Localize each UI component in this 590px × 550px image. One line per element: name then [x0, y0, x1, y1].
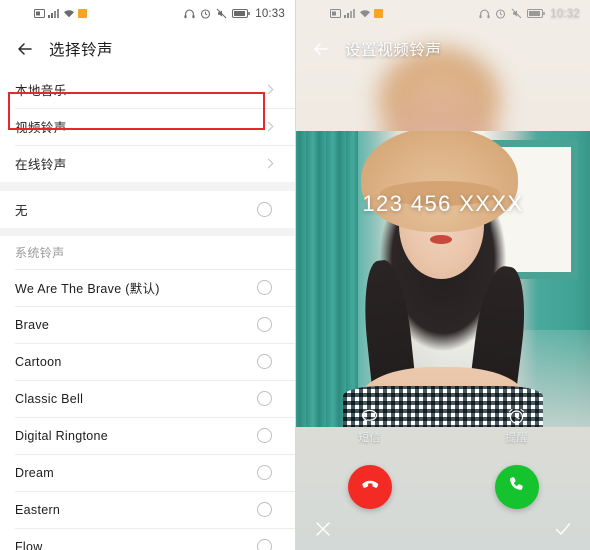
ringtone-picker-screen: 10:33 选择铃声 本地音乐 视频铃声 在线铃声 无 系统铃声 We Are …: [0, 0, 295, 550]
mute-icon: [511, 8, 522, 19]
signal-icon: [48, 9, 60, 18]
radio-button[interactable]: [257, 317, 272, 332]
ringtone-label: Flow: [15, 539, 43, 550]
video-preview-area: [296, 131, 590, 427]
call-buttons-row: [296, 460, 590, 514]
ringtone-label: Brave: [15, 317, 50, 332]
list-item[interactable]: Brave: [0, 306, 295, 343]
section-divider: [0, 228, 295, 236]
list-item[interactable]: Dream: [0, 454, 295, 491]
list-item[interactable]: Eastern: [0, 491, 295, 528]
bottom-action-bar: [296, 508, 590, 550]
quick-action-remind[interactable]: 提醒: [443, 404, 590, 448]
nav-list: 本地音乐 视频铃声 在线铃声: [0, 71, 295, 182]
radio-button[interactable]: [257, 539, 272, 550]
radio-button[interactable]: [257, 280, 272, 295]
status-icons-left: [34, 9, 87, 18]
wifi-icon: [63, 9, 75, 18]
back-arrow-icon[interactable]: [311, 39, 331, 59]
orange-app-icon: [374, 9, 383, 18]
phone-answer-icon: [505, 473, 528, 501]
radio-button[interactable]: [257, 502, 272, 517]
list-item[interactable]: Digital Ringtone: [0, 417, 295, 454]
alarm-clock-icon: [507, 407, 526, 426]
close-x-icon[interactable]: [314, 520, 332, 538]
nav-item-video-ringtone[interactable]: 视频铃声: [0, 108, 295, 145]
nav-item-label: 视频铃声: [15, 121, 67, 135]
ringtone-list: We Are The Brave (默认) Brave Cartoon Clas…: [0, 269, 295, 550]
list-item[interactable]: Cartoon: [0, 343, 295, 380]
back-arrow-icon[interactable]: [15, 39, 35, 59]
photo-scene: [296, 131, 590, 427]
nav-item-label: 在线铃声: [15, 158, 67, 172]
phone-hangup-icon: [358, 473, 381, 501]
caller-id-number: 123 456 XXXX: [362, 191, 524, 216]
nav-item-label: 本地音乐: [15, 84, 67, 98]
message-bubble-icon: [360, 407, 379, 426]
list-item[interactable]: Flow: [0, 528, 295, 550]
alarm-icon: [495, 8, 506, 19]
option-label: 无: [15, 204, 28, 218]
signal-icon: [344, 9, 356, 18]
headset-icon: [184, 9, 195, 19]
chevron-right-icon: [263, 84, 274, 95]
quick-actions-row: 短信 提醒: [296, 404, 590, 448]
ringtone-label: Digital Ringtone: [15, 428, 109, 443]
radio-button[interactable]: [257, 354, 272, 369]
status-bar-right: 10:32: [296, 0, 590, 27]
battery-icon: [232, 9, 251, 18]
headset-icon: [479, 9, 490, 19]
app-bar-right: 设置视频铃声: [296, 27, 590, 71]
status-time: 10:33: [255, 7, 285, 20]
list-item[interactable]: We Are The Brave (默认): [0, 269, 295, 306]
page-title: 设置视频铃声: [345, 42, 442, 59]
page-title: 选择铃声: [49, 42, 114, 59]
section-divider: [0, 182, 295, 191]
ringtone-label: Dream: [15, 465, 55, 480]
nav-item-local-music[interactable]: 本地音乐: [0, 71, 295, 108]
quick-action-sms[interactable]: 短信: [296, 404, 443, 448]
status-bar-left: 10:33: [0, 0, 295, 27]
wifi-icon: [359, 9, 371, 18]
section-header-system-ringtones: 系统铃声: [15, 246, 65, 260]
nav-item-online-ringtone[interactable]: 在线铃声: [0, 145, 295, 182]
dual-screenshot-container: 10:33 选择铃声 本地音乐 视频铃声 在线铃声 无 系统铃声 We Are …: [0, 0, 590, 550]
mute-icon: [216, 8, 227, 19]
checkmark-icon[interactable]: [554, 520, 572, 538]
ringtone-label: Cartoon: [15, 354, 62, 369]
status-time: 10:32: [550, 7, 580, 20]
sim-card-icon: [330, 9, 341, 18]
radio-button[interactable]: [257, 391, 272, 406]
battery-icon: [527, 9, 546, 18]
radio-button[interactable]: [257, 465, 272, 480]
list-item[interactable]: Classic Bell: [0, 380, 295, 417]
chevron-right-icon: [263, 158, 274, 169]
ringtone-label: We Are The Brave (默认): [15, 282, 160, 296]
video-ringtone-preview-screen: 10:32 设置视频铃声 123 456 XXXX 短信 提醒: [295, 0, 590, 550]
status-icons-right: 10:32: [479, 8, 580, 20]
status-icons-right: 10:33: [184, 8, 285, 20]
option-none[interactable]: 无: [0, 191, 295, 228]
sim-card-icon: [34, 9, 45, 18]
radio-button[interactable]: [257, 202, 272, 217]
radio-button[interactable]: [257, 428, 272, 443]
alarm-icon: [200, 8, 211, 19]
app-bar-left: 选择铃声: [0, 27, 295, 71]
accept-call-button[interactable]: [494, 465, 539, 509]
ringtone-label: Classic Bell: [15, 391, 84, 406]
status-icons-left: [330, 9, 383, 18]
ringtone-label: Eastern: [15, 502, 61, 517]
quick-action-label: 短信: [358, 432, 381, 444]
decline-call-button[interactable]: [347, 465, 392, 509]
orange-app-icon: [78, 9, 87, 18]
quick-action-label: 提醒: [505, 432, 528, 444]
chevron-right-icon: [263, 121, 274, 132]
